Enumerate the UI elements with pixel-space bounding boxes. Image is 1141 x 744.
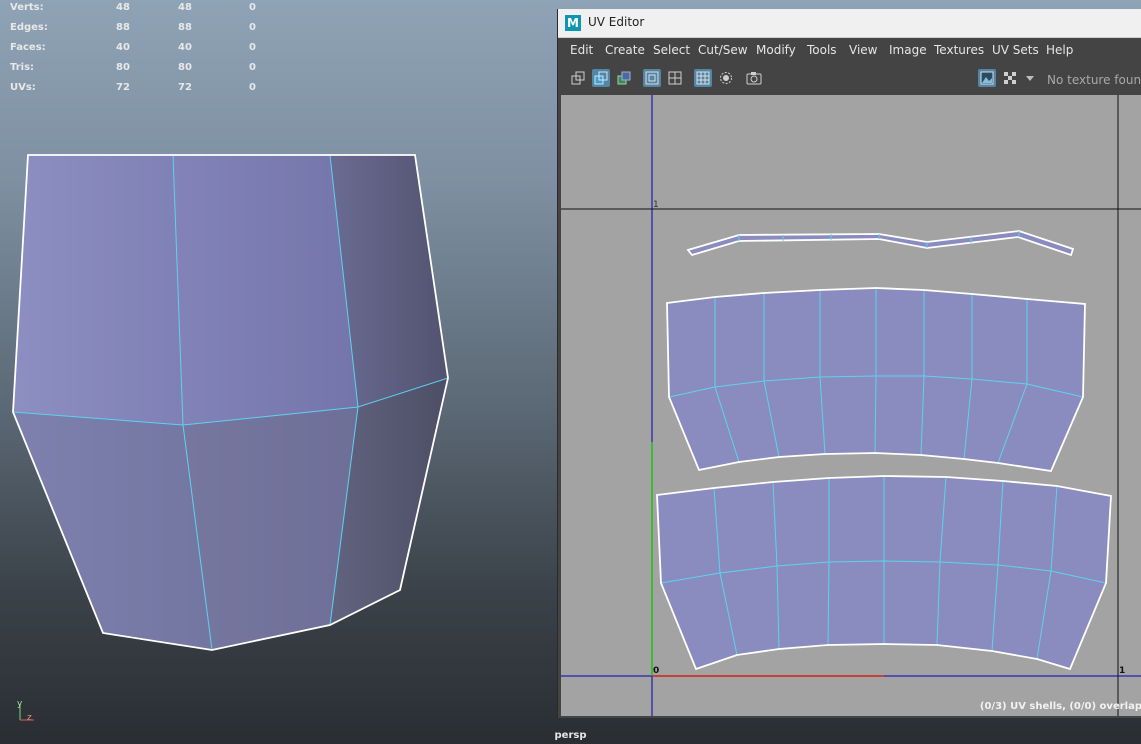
isolate-icon[interactable] <box>717 69 735 87</box>
hud-row: Edges: 88 88 0 <box>0 22 300 36</box>
hud-value-selected: 72 <box>178 82 192 93</box>
hud-value-selected: 48 <box>178 2 192 13</box>
hud-row: Faces: 40 40 0 <box>0 42 300 56</box>
hud-value-triangles: 0 <box>249 62 256 73</box>
hud-value-triangles: 0 <box>249 42 256 53</box>
hud-row-label: UVs: <box>10 82 36 93</box>
texture-status: No texture found <box>1047 73 1141 87</box>
uv-shell-middle[interactable] <box>666 287 1086 472</box>
menu-edit[interactable]: Edit <box>570 43 593 57</box>
uv-canvas[interactable]: 1 0 1 (0/3) UV shells, (0/0) overlap <box>561 95 1141 716</box>
hud-row: Verts: 48 48 0 <box>0 2 300 16</box>
axis-z-label: z <box>27 713 32 723</box>
poly-count-hud: Verts: 48 48 0 Edges: 88 88 0 Faces: 40 40 0 Tris: 80… <box>0 0 300 100</box>
hud-value-selected: 40 <box>178 42 192 53</box>
uv-tick-0: 0 <box>653 666 659 676</box>
camera-label: persp <box>554 730 587 741</box>
menu-help[interactable]: Help <box>1046 43 1073 57</box>
checker-pattern-icon[interactable] <box>1001 69 1019 87</box>
menu-view[interactable]: View <box>849 43 877 57</box>
hud-value-triangles: 0 <box>249 2 256 13</box>
uv-shell-top-strip[interactable] <box>686 230 1075 257</box>
uv-editor-titlebar[interactable]: M UV Editor <box>558 9 1141 38</box>
uv-toolbar: No texture found <box>558 62 1141 95</box>
hud-value-total: 72 <box>116 82 130 93</box>
axis-y-label: y <box>17 699 23 709</box>
maya-logo-icon: M <box>565 15 581 31</box>
snapshot-camera-icon[interactable] <box>745 69 763 87</box>
image-display-icon[interactable] <box>978 69 996 87</box>
hud-row-label: Edges: <box>10 22 48 33</box>
menu-modify[interactable]: Modify <box>756 43 796 57</box>
snap-grid-icon[interactable] <box>666 69 684 87</box>
hud-row-label: Faces: <box>10 42 46 53</box>
hud-value-total: 40 <box>116 42 130 53</box>
menu-cut-sew[interactable]: Cut/Sew <box>698 43 748 57</box>
window-title: UV Editor <box>588 15 645 29</box>
uv-shell-status: (0/3) UV shells, (0/0) overlap <box>979 701 1141 712</box>
menu-uv-sets[interactable]: UV Sets <box>992 43 1039 57</box>
uv-menubar: Edit Create Select Cut/Sew Modify Tools … <box>558 38 1141 62</box>
hud-row: UVs: 72 72 0 <box>0 82 300 96</box>
hud-value-total: 80 <box>116 62 130 73</box>
uv-tick-1-top: 1 <box>653 200 659 210</box>
texture-dropdown-icon[interactable] <box>1023 69 1037 87</box>
menu-textures[interactable]: Textures <box>934 43 984 57</box>
hud-row: Tris: 80 80 0 <box>0 62 300 76</box>
menu-create[interactable]: Create <box>605 43 645 57</box>
hud-value-selected: 80 <box>178 62 192 73</box>
mesh-object[interactable] <box>0 0 470 680</box>
grid-icon[interactable] <box>643 69 661 87</box>
hud-row-label: Verts: <box>10 2 44 13</box>
uv-toolkit-icon[interactable] <box>569 69 587 87</box>
hud-row-label: Tris: <box>10 62 35 73</box>
uv-shell-bottom[interactable] <box>656 475 1112 671</box>
hud-value-triangles: 0 <box>249 22 256 33</box>
checker-grid-icon[interactable] <box>694 69 712 87</box>
uv-shell-icon[interactable] <box>592 69 610 87</box>
view-axis-icon: y z <box>17 699 34 723</box>
hud-value-total: 88 <box>116 22 130 33</box>
uv-tick-1-right: 1 <box>1119 666 1125 676</box>
menu-tools[interactable]: Tools <box>807 43 837 57</box>
uv-shaded-icon[interactable] <box>615 69 633 87</box>
menu-image[interactable]: Image <box>889 43 927 57</box>
hud-value-total: 48 <box>116 2 130 13</box>
hud-value-selected: 88 <box>178 22 192 33</box>
hud-value-triangles: 0 <box>249 82 256 93</box>
menu-select[interactable]: Select <box>653 43 690 57</box>
uv-editor-window[interactable]: M UV Editor Edit Create Select Cut/Sew M… <box>557 9 1141 718</box>
